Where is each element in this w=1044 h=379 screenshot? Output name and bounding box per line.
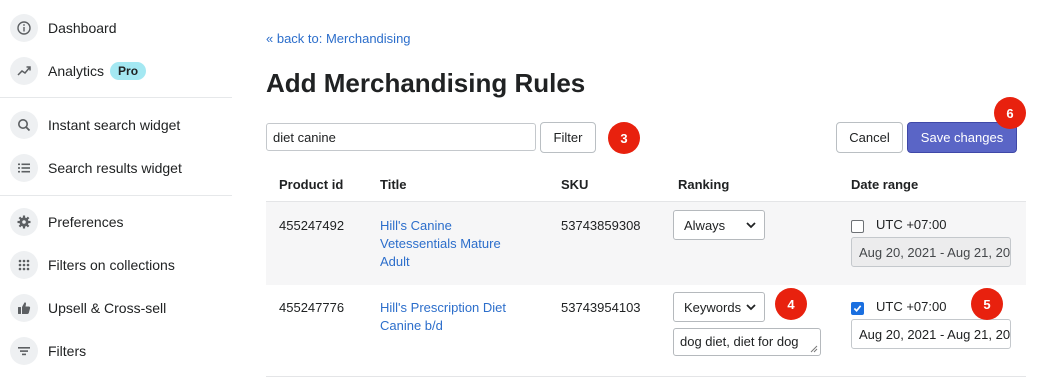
sidebar-item-search-results[interactable]: Search results widget: [10, 153, 182, 183]
ranking-select-value: Always: [684, 217, 726, 233]
column-header-ranking: Ranking: [678, 177, 730, 192]
filter-icon: [10, 337, 38, 365]
product-title-line: Adult: [380, 254, 410, 269]
sidebar-item-label: Dashboard: [48, 20, 117, 36]
thumbs-up-icon: [10, 294, 38, 322]
product-title-link[interactable]: Hill's Prescription Diet Canine b/d: [380, 299, 506, 335]
product-title-line: Hill's Prescription Diet: [380, 300, 507, 315]
search-input[interactable]: [266, 123, 536, 151]
table-row: 455247492 Hill's Canine Vetessentials Ma…: [266, 201, 1026, 286]
sku: 53743954103: [561, 300, 641, 315]
info-icon: [10, 14, 38, 42]
sidebar-item-label: Preferences: [48, 214, 124, 230]
timezone-label: UTC +07:00: [876, 217, 947, 232]
column-header-sku: SKU: [561, 177, 589, 192]
keywords-value: dog diet, diet for dog: [680, 334, 799, 349]
filter-button[interactable]: Filter: [540, 122, 596, 153]
search-icon: [10, 111, 38, 139]
sidebar-item-label: Analytics: [48, 63, 105, 79]
timezone-label: UTC +07:00: [876, 299, 947, 314]
column-header-title: Title: [380, 177, 407, 192]
chevron-down-icon: [746, 304, 756, 311]
trend-icon: [10, 57, 38, 85]
date-range-input[interactable]: Aug 20, 2021 - Aug 21, 2021: [851, 319, 1011, 349]
column-header-date-range: Date range: [851, 177, 919, 192]
cancel-button[interactable]: Cancel: [836, 122, 903, 153]
checkmark-icon: [853, 305, 862, 312]
annotation-badge-3: 3: [608, 122, 640, 154]
sidebar: Dashboard Analytics Pro Instant search w…: [0, 0, 232, 379]
sidebar-item-preferences[interactable]: Preferences: [10, 207, 123, 237]
gear-icon: [10, 208, 38, 236]
product-title-line: Hill's Canine: [380, 218, 452, 233]
sidebar-item-label: Filters: [48, 343, 87, 359]
product-title-line: Canine b/d: [380, 318, 443, 333]
annotation-badge-5: 5: [971, 288, 1003, 320]
sidebar-item-filters-on-collections[interactable]: Filters on collections: [10, 250, 175, 280]
sidebar-item-label: Instant search widget: [48, 117, 181, 133]
pro-badge: Pro: [110, 62, 147, 80]
table-row: 455247776 Hill's Prescription Diet Canin…: [266, 285, 1026, 377]
annotation-badge-4: 4: [775, 288, 807, 320]
column-header-product-id: Product id: [279, 177, 344, 192]
product-id: 455247492: [279, 218, 345, 233]
sidebar-item-label: Upsell & Cross-sell: [48, 300, 167, 316]
sidebar-divider: [0, 97, 232, 98]
sidebar-item-dashboard[interactable]: Dashboard: [10, 13, 117, 43]
sidebar-divider: [0, 195, 232, 196]
chevron-down-icon: [746, 222, 756, 229]
list-icon: [10, 154, 38, 182]
ranking-select[interactable]: Keywords: [673, 292, 765, 322]
sidebar-item-instant-search[interactable]: Instant search widget: [10, 110, 180, 140]
date-range-checkbox[interactable]: [851, 302, 864, 315]
date-range-input[interactable]: Aug 20, 2021 - Aug 21, 2021: [851, 237, 1011, 267]
product-title-line: Vetessentials Mature: [380, 236, 501, 251]
sidebar-item-label: Filters on collections: [48, 257, 175, 273]
product-title-link[interactable]: Hill's Canine Vetessentials Mature Adult: [380, 217, 501, 271]
resize-grip-icon[interactable]: [810, 345, 818, 353]
product-id: 455247776: [279, 300, 345, 315]
sidebar-item-label: Search results widget: [48, 160, 182, 176]
ranking-select-value: Keywords: [684, 299, 742, 315]
back-link[interactable]: « back to: Merchandising: [266, 31, 411, 46]
sidebar-item-analytics[interactable]: Analytics Pro: [10, 56, 147, 86]
date-range-checkbox[interactable]: [851, 220, 864, 233]
keywords-textarea[interactable]: dog diet, diet for dog: [673, 328, 821, 356]
grid-icon: [10, 251, 38, 279]
annotation-badge-6: 6: [994, 97, 1026, 129]
page-title: Add Merchandising Rules: [266, 68, 586, 98]
sidebar-item-filters[interactable]: Filters: [10, 336, 86, 366]
save-button[interactable]: Save changes: [907, 122, 1017, 153]
sidebar-item-upsell-cross-sell[interactable]: Upsell & Cross-sell: [10, 293, 166, 323]
ranking-select[interactable]: Always: [673, 210, 765, 240]
sku: 53743859308: [561, 218, 641, 233]
